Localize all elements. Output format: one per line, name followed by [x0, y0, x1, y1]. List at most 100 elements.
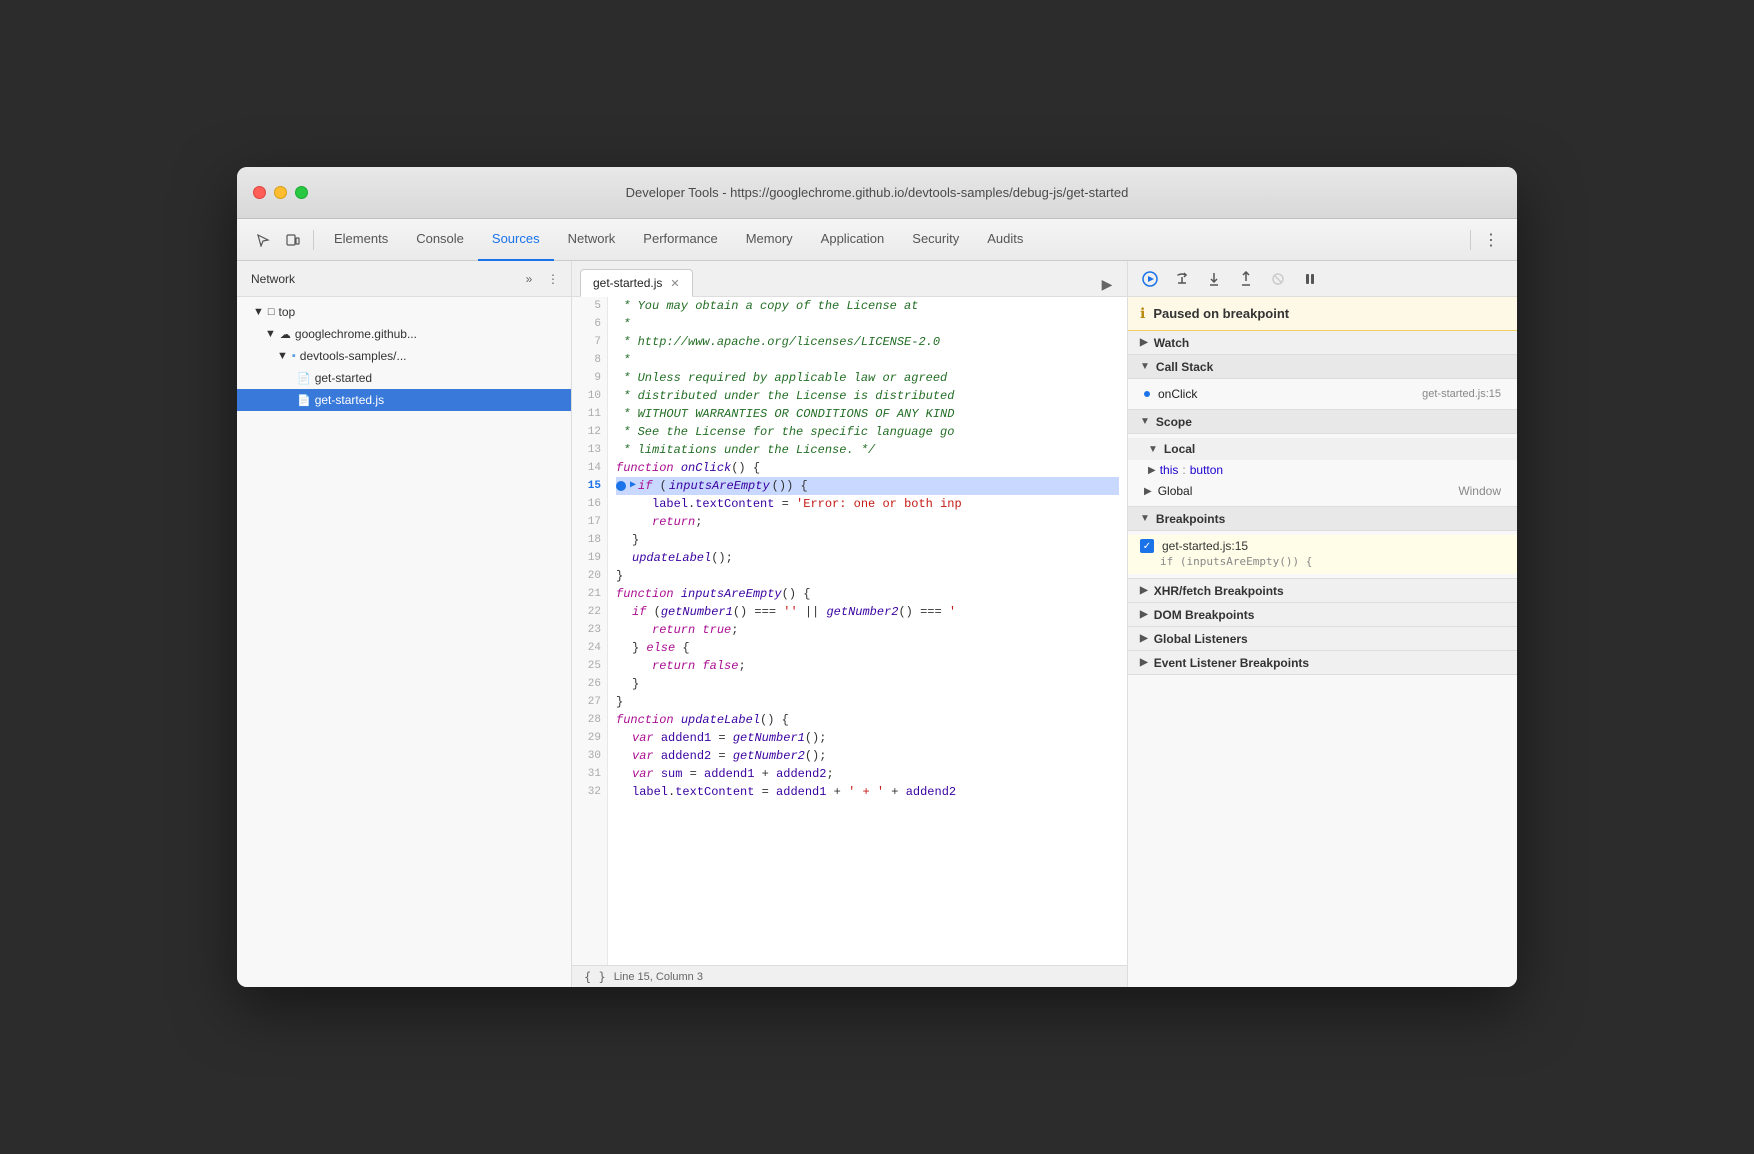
execution-arrow: ▶ [630, 477, 636, 495]
global-listeners-label: Global Listeners [1154, 632, 1248, 646]
tab-close-icon[interactable]: ✕ [670, 277, 679, 290]
chevron-right-icon[interactable]: » [519, 269, 539, 289]
code-line-28: function updateLabel() { [616, 711, 1119, 729]
event-listener-breakpoints-header[interactable]: ▶ Event Listener Breakpoints [1128, 651, 1517, 675]
xhr-breakpoints-header[interactable]: ▶ XHR/fetch Breakpoints [1128, 579, 1517, 603]
tab-security[interactable]: Security [898, 219, 973, 261]
dom-breakpoints-header[interactable]: ▶ DOM Breakpoints [1128, 603, 1517, 627]
call-stack-section-header[interactable]: ▼ Call Stack [1128, 355, 1517, 379]
code-line-31: var sum = addend1 + addend2; [616, 765, 1119, 783]
call-stack-label: Call Stack [1156, 360, 1213, 374]
this-label: this [1160, 463, 1179, 477]
scope-this-var[interactable]: ▶ this : button [1128, 460, 1517, 480]
tab-console[interactable]: Console [402, 219, 478, 261]
code-line-10: * distributed under the License is distr… [616, 387, 1119, 405]
scope-content: ▼ Local ▶ this : button ▶ Global Window [1128, 434, 1517, 507]
code-line-19: updateLabel(); [616, 549, 1119, 567]
code-line-17: return; [616, 513, 1119, 531]
code-line-22: if (getNumber1() === '' || getNumber2() … [616, 603, 1119, 621]
title-bar: Developer Tools - https://googlechrome.g… [237, 167, 1517, 219]
global-listeners-header[interactable]: ▶ Global Listeners [1128, 627, 1517, 651]
code-line-25: return false; [616, 657, 1119, 675]
tab-navigation: Elements Console Sources Network Perform… [320, 219, 1464, 261]
ln-19: 19 [578, 549, 601, 567]
minimize-button[interactable] [274, 186, 287, 199]
local-label: Local [1164, 442, 1195, 456]
scope-arrow-icon: ▼ [1140, 416, 1150, 427]
tab-application[interactable]: Application [807, 219, 899, 261]
ln-25: 25 [578, 657, 601, 675]
code-line-20: } [616, 567, 1119, 585]
tab-elements[interactable]: Elements [320, 219, 402, 261]
tab-memory[interactable]: Memory [732, 219, 807, 261]
format-icon[interactable]: { } [584, 970, 606, 984]
scope-section-header[interactable]: ▼ Scope [1128, 410, 1517, 434]
step-over-button[interactable] [1168, 265, 1196, 293]
paused-label: Paused on breakpoint [1153, 306, 1289, 321]
code-line-12: * See the License for the specific langu… [616, 423, 1119, 441]
tree-item-get-started-js[interactable]: 📄 get-started.js [237, 389, 571, 411]
kebab-menu-icon[interactable]: ⋮ [543, 269, 563, 289]
debugger-panel: ℹ Paused on breakpoint ▶ Watch ▼ Call St… [1127, 261, 1517, 987]
debugger-toolbar [1128, 261, 1517, 297]
breakpoint-label-1[interactable]: ✓ get-started.js:15 [1140, 539, 1505, 553]
ln-6: 6 [578, 315, 601, 333]
breakpoints-section-header[interactable]: ▼ Breakpoints [1128, 507, 1517, 531]
tab-audits[interactable]: Audits [973, 219, 1037, 261]
global-value: Window [1458, 484, 1501, 498]
network-tab-label[interactable]: Network [245, 270, 301, 288]
step-out-button[interactable] [1232, 265, 1260, 293]
tab-network[interactable]: Network [554, 219, 630, 261]
ln-24: 24 [578, 639, 601, 657]
folder-icon: □ [268, 306, 275, 318]
maximize-button[interactable] [295, 186, 308, 199]
breakpoint-item-1: ✓ get-started.js:15 if (inputsAreEmpty()… [1128, 535, 1517, 574]
editor-tab-get-started-js[interactable]: get-started.js ✕ [580, 269, 693, 297]
this-value: button [1190, 463, 1223, 477]
call-stack-onclick[interactable]: onClick get-started.js:15 [1128, 383, 1517, 405]
tab-sources[interactable]: Sources [478, 219, 554, 261]
local-section-header[interactable]: ▼ Local [1128, 438, 1517, 460]
tab-performance[interactable]: Performance [629, 219, 731, 261]
code-line-21: function inputsAreEmpty() { [616, 585, 1119, 603]
more-tabs-button[interactable]: ⋮ [1477, 226, 1505, 254]
watch-section-header[interactable]: ▶ Watch [1128, 331, 1517, 355]
code-line-26: } [616, 675, 1119, 693]
code-line-14: function onClick() { [616, 459, 1119, 477]
breakpoints-content: ✓ get-started.js:15 if (inputsAreEmpty()… [1128, 531, 1517, 579]
breakpoint-checkbox[interactable]: ✓ [1140, 539, 1154, 553]
traffic-lights [253, 186, 308, 199]
pause-on-exception-button[interactable] [1296, 265, 1324, 293]
close-button[interactable] [253, 186, 266, 199]
ln-30: 30 [578, 747, 601, 765]
deactivate-breakpoints-button[interactable] [1264, 265, 1292, 293]
cloud-icon: ☁ [280, 328, 291, 341]
tree-item-get-started[interactable]: 📄 get-started [237, 367, 571, 389]
watch-label: Watch [1154, 336, 1190, 350]
ln-5: 5 [578, 297, 601, 315]
xhr-label: XHR/fetch Breakpoints [1154, 584, 1284, 598]
code-line-8: * [616, 351, 1119, 369]
step-into-button[interactable] [1200, 265, 1228, 293]
file-panel: Network » ⋮ ▼ □ top ▼ ☁ [237, 261, 572, 987]
file-icon: 📄 [297, 372, 311, 385]
ln-18: 18 [578, 531, 601, 549]
breakpoint-marker [616, 481, 626, 491]
cursor-icon[interactable] [249, 226, 277, 254]
js-file-icon: 📄 [297, 394, 311, 407]
device-icon[interactable] [279, 226, 307, 254]
tree-item-samples[interactable]: ▼ ▪ devtools-samples/... [237, 345, 571, 367]
main-area: Network » ⋮ ▼ □ top ▼ ☁ [237, 261, 1517, 987]
tree-item-top[interactable]: ▼ □ top [237, 301, 571, 323]
tree-item-domain[interactable]: ▼ ☁ googlechrome.github... [237, 323, 571, 345]
code-line-18: } [616, 531, 1119, 549]
global-section[interactable]: ▶ Global Window [1128, 480, 1517, 502]
editor-nav-icon[interactable]: ▶ [1095, 272, 1119, 296]
watch-arrow-icon: ▶ [1140, 337, 1148, 348]
call-stack-arrow-icon: ▼ [1140, 361, 1150, 372]
resume-button[interactable] [1136, 265, 1164, 293]
ln-20: 20 [578, 567, 601, 585]
code-container[interactable]: 5 6 7 8 9 10 11 12 13 14 15 16 17 18 [572, 297, 1127, 965]
ln-22: 22 [578, 603, 601, 621]
ln-13: 13 [578, 441, 601, 459]
